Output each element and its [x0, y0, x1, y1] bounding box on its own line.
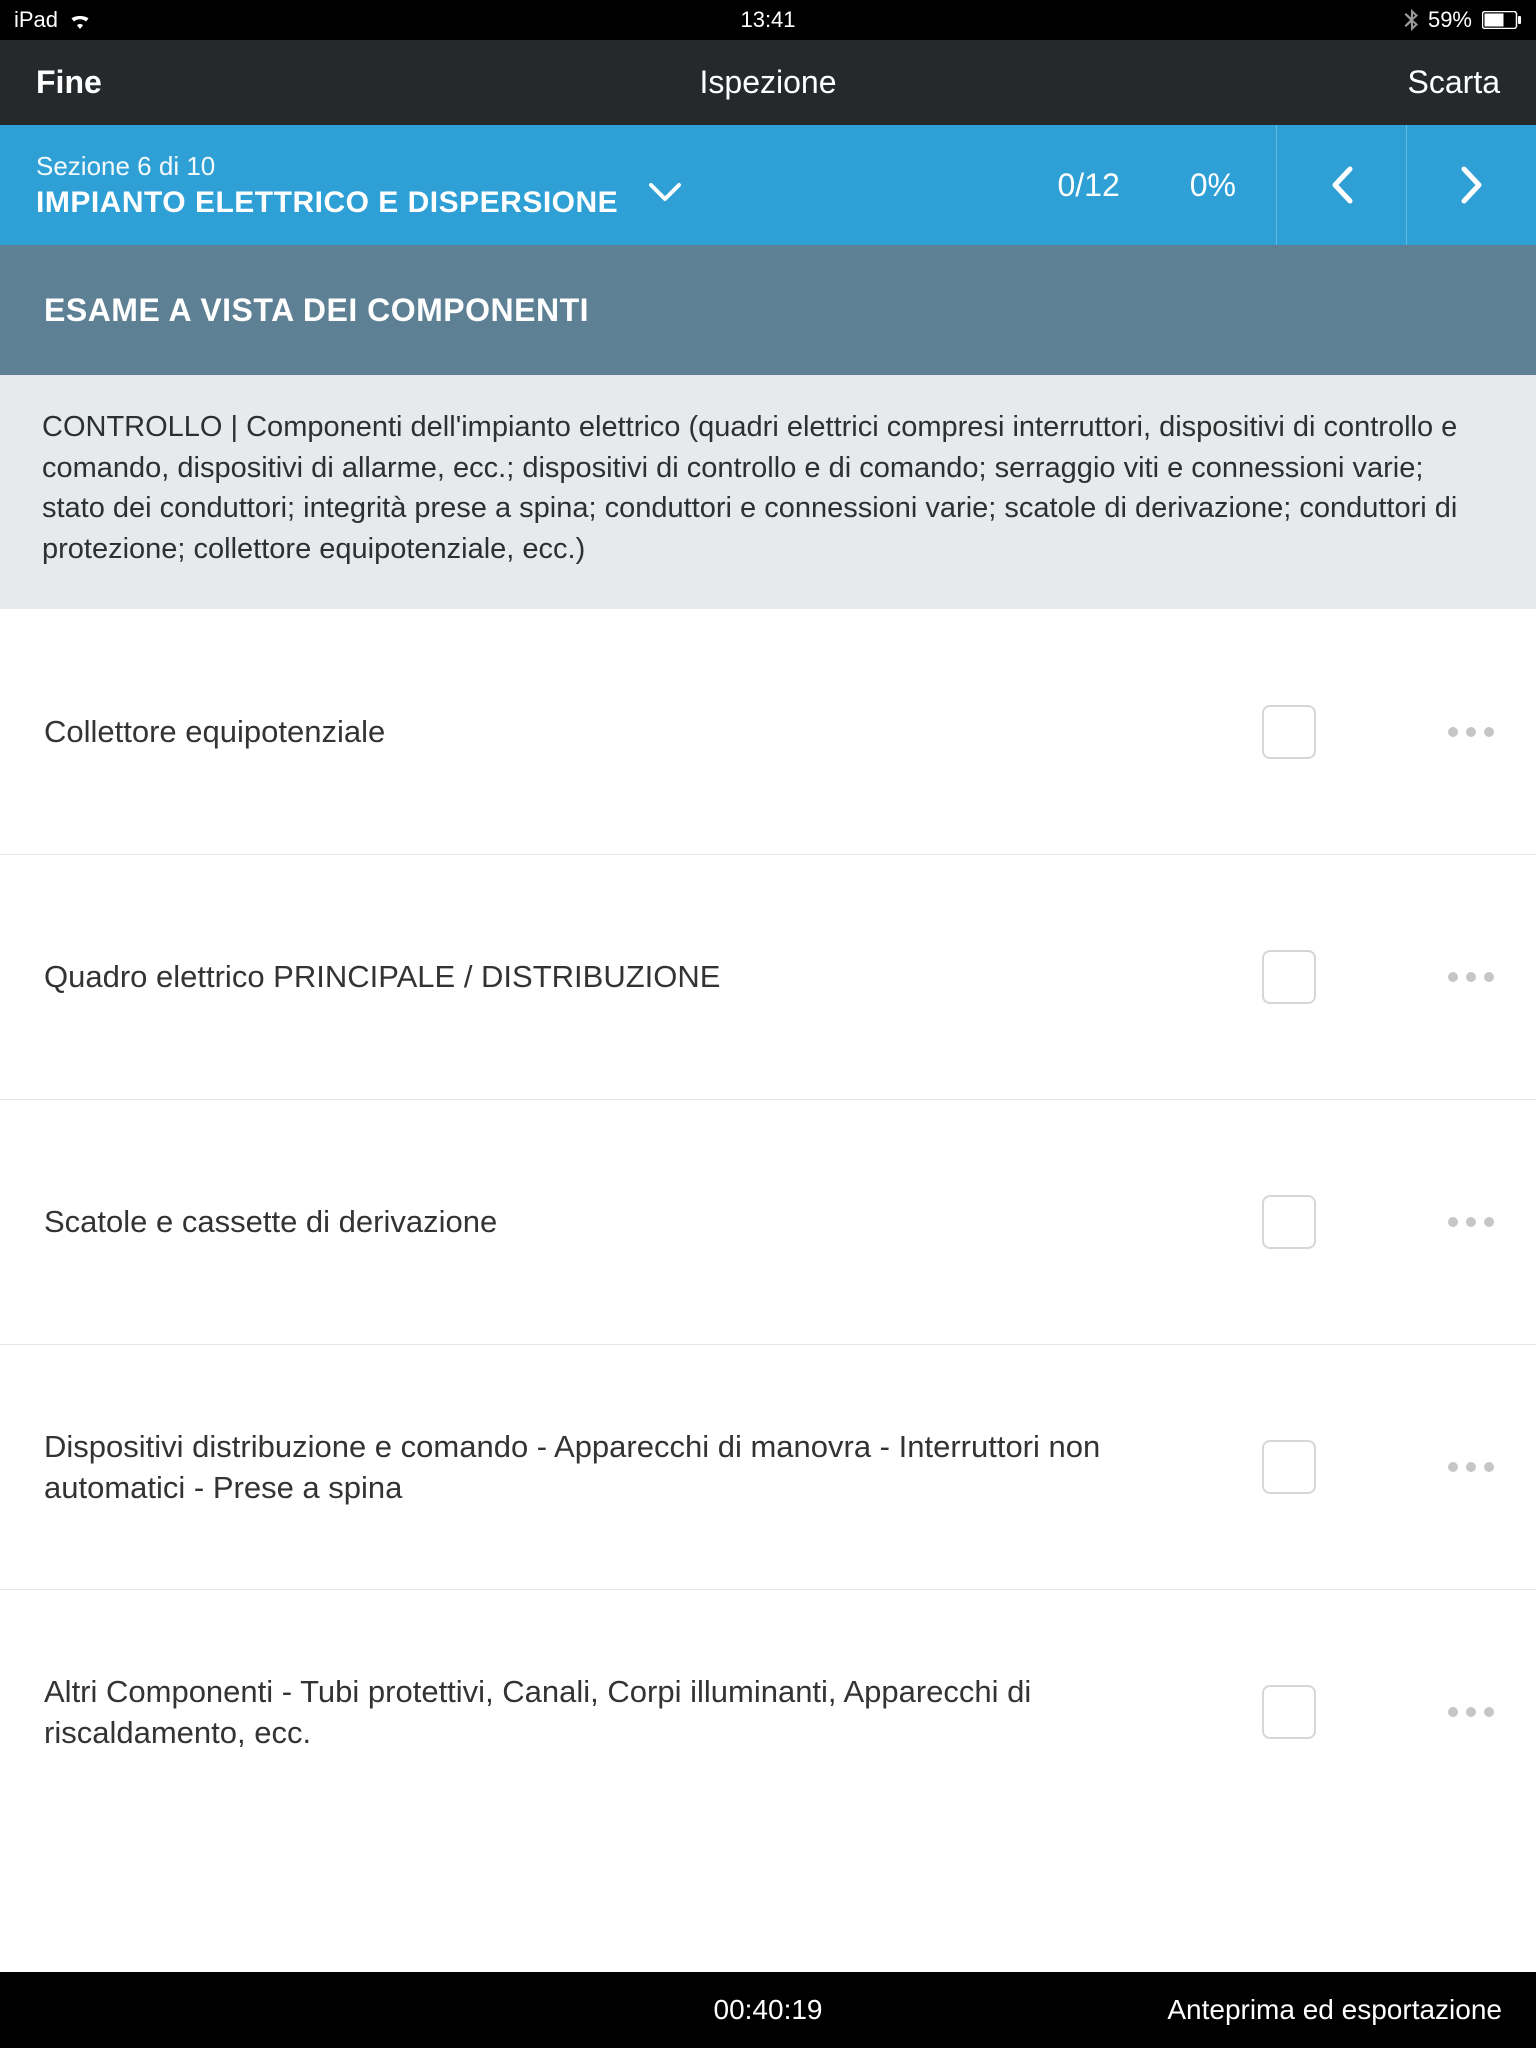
section-title: IMPIANTO ELETTRICO E DISPERSIONE	[36, 186, 618, 220]
status-right: 59%	[1404, 7, 1522, 33]
subsection-header: ESAME A VISTA DEI COMPONENTI	[0, 245, 1536, 375]
item-label: Dispositivi distribuzione e comando - Ap…	[44, 1426, 1232, 1510]
checklist-item[interactable]: Dispositivi distribuzione e comando - Ap…	[0, 1344, 1536, 1589]
next-section-button[interactable]	[1406, 125, 1536, 245]
section-subtitle: Sezione 6 di 10	[36, 151, 618, 182]
battery-icon	[1482, 11, 1522, 29]
progress-count: 0/12	[1057, 167, 1119, 204]
bluetooth-icon	[1404, 9, 1418, 31]
prev-section-button[interactable]	[1276, 125, 1406, 245]
item-label: Altri Componenti - Tubi protettivi, Cana…	[44, 1671, 1232, 1755]
progress-percent: 0%	[1190, 167, 1236, 204]
status-left: iPad	[14, 7, 92, 33]
more-icon[interactable]	[1436, 727, 1506, 737]
item-label: Quadro elettrico PRINCIPALE / DISTRIBUZI…	[44, 956, 1232, 998]
section-header: Sezione 6 di 10 IMPIANTO ELETTRICO E DIS…	[0, 125, 1536, 245]
more-icon[interactable]	[1436, 972, 1506, 982]
more-icon[interactable]	[1436, 1462, 1506, 1472]
checklist-item[interactable]: Quadro elettrico PRINCIPALE / DISTRIBUZI…	[0, 854, 1536, 1099]
checklist-item[interactable]: Collettore equipotenziale	[0, 609, 1536, 854]
item-label: Collettore equipotenziale	[44, 711, 1232, 753]
nav-bar: Fine Ispezione Scarta	[0, 40, 1536, 125]
more-icon[interactable]	[1436, 1217, 1506, 1227]
item-checkbox[interactable]	[1262, 1195, 1316, 1249]
page-title: Ispezione	[0, 64, 1536, 101]
done-button[interactable]: Fine	[36, 64, 102, 101]
item-checkbox[interactable]	[1262, 950, 1316, 1004]
export-button[interactable]: Anteprima ed esportazione	[1167, 1994, 1502, 2026]
discard-button[interactable]: Scarta	[1408, 64, 1500, 101]
battery-percent: 59%	[1428, 7, 1472, 33]
device-label: iPad	[14, 7, 58, 33]
section-dropdown[interactable]: Sezione 6 di 10 IMPIANTO ELETTRICO E DIS…	[0, 151, 1057, 220]
item-checkbox[interactable]	[1262, 1440, 1316, 1494]
wifi-icon	[68, 11, 92, 29]
checklist: Collettore equipotenziale Quadro elettri…	[0, 609, 1536, 1834]
item-label: Scatole e cassette di derivazione	[44, 1201, 1232, 1243]
checklist-item[interactable]: Altri Componenti - Tubi protettivi, Cana…	[0, 1589, 1536, 1834]
chevron-down-icon	[648, 182, 682, 207]
more-icon[interactable]	[1436, 1707, 1506, 1717]
checklist-item[interactable]: Scatole e cassette di derivazione	[0, 1099, 1536, 1344]
item-checkbox[interactable]	[1262, 705, 1316, 759]
footer-bar: 00:40:19 Anteprima ed esportazione	[0, 1972, 1536, 2048]
section-description: CONTROLLO | Componenti dell'impianto ele…	[0, 375, 1536, 609]
ios-status-bar: iPad 13:41 59%	[0, 0, 1536, 40]
section-progress: 0/12 0%	[1057, 167, 1276, 204]
status-time: 13:41	[740, 7, 795, 33]
item-checkbox[interactable]	[1262, 1685, 1316, 1739]
